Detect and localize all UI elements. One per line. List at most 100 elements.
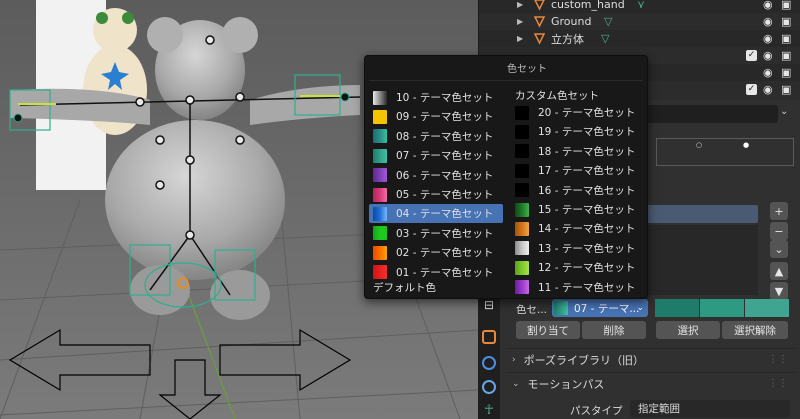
color-set-item[interactable]: 02 - テーマ色セット [369, 243, 503, 262]
color-set-item[interactable]: 13 - テーマ色セット [513, 239, 645, 258]
outliner-row-cube[interactable]: ▶ 立方体 ▽ ◉ ▣ [479, 30, 800, 47]
color-swatch-icon [515, 280, 529, 295]
add-bone-group-button[interactable]: + [770, 202, 788, 220]
color-swatch-icon [515, 105, 529, 120]
color-set-item-label: 08 - テーマ色セット [396, 130, 494, 143]
color-swatch-icon [373, 206, 387, 221]
color-swatch-icon [515, 241, 529, 256]
color-set-item[interactable]: 03 - テーマ色セット [369, 224, 503, 243]
outliner-item-label: Ground [551, 15, 592, 28]
scene-tab-icon[interactable]: ⊟ [482, 298, 496, 312]
bone-group-list-selection[interactable] [646, 205, 758, 223]
constraints-tab-icon[interactable] [482, 380, 496, 394]
color-set-item-label: 05 - テーマ色セット [396, 189, 494, 201]
camera-icon[interactable]: ▣ [781, 49, 793, 62]
physics-tab-icon[interactable] [482, 356, 496, 370]
outliner-row-ground[interactable]: ▶ Ground ▽ ◉ ▣ [479, 13, 800, 30]
color-set-item-label: 03 - テーマ色セット [396, 227, 494, 240]
color-swatch-icon [373, 245, 387, 260]
active-color-swatch[interactable] [745, 299, 789, 317]
outliner-row-custom-hand[interactable]: ▶ custom_hand ⋎ ◉ ▣ [479, 0, 800, 13]
color-swatch-icon [515, 202, 529, 217]
color-set-dropdown[interactable]: 07 - テーマ... ⌄ [552, 299, 648, 317]
normal-color-swatch[interactable] [655, 299, 699, 317]
color-set-item-label: 13 - テーマ色セット [538, 242, 636, 255]
armature-icon [534, 0, 545, 11]
checkbox[interactable]: ✓ [746, 50, 757, 61]
move-down-button[interactable]: ▼ [770, 282, 788, 300]
remove-bone-group-button[interactable]: − [770, 222, 788, 240]
path-type-label: パスタイプ [570, 405, 623, 417]
object-tab-icon[interactable] [482, 330, 496, 344]
eye-icon[interactable]: ◉ [763, 0, 775, 11]
color-set-item[interactable]: 10 - テーマ色セット [369, 88, 503, 107]
deselect-button[interactable]: 選択解除 [722, 321, 788, 339]
expand-arrow-icon[interactable]: ▶ [517, 0, 523, 9]
color-swatch-icon [373, 187, 387, 202]
color-set-item-label: 14 - テーマ色セット [538, 223, 636, 236]
bone-layers-grid[interactable] [656, 138, 794, 166]
color-set-label: 色セ... [516, 304, 548, 316]
eye-icon[interactable]: ◉ [763, 49, 775, 62]
camera-icon[interactable]: ▣ [781, 15, 793, 28]
drag-handle-icon[interactable]: ⋮⋮ [768, 354, 788, 365]
color-swatch-icon [373, 148, 387, 163]
armature-tab-icon[interactable]: ☥ [482, 404, 496, 418]
chevron-down-icon[interactable]: ⌄ [780, 106, 794, 120]
assign-button[interactable]: 割り当て [516, 321, 580, 339]
color-swatch-icon [554, 301, 568, 315]
color-set-item[interactable]: 07 - テーマ色セット [369, 146, 503, 165]
mesh-object-icon [533, 16, 546, 28]
bone-group-list[interactable] [646, 225, 758, 295]
color-set-item[interactable]: 17 - テーマ色セット [513, 161, 645, 180]
eye-icon[interactable]: ◉ [763, 66, 775, 79]
color-set-item[interactable]: 14 - テーマ色セット [513, 219, 645, 238]
color-set-item[interactable]: 11 - テーマ色セット [513, 278, 645, 297]
path-type-dropdown[interactable]: 指定範囲 [630, 400, 790, 418]
expand-arrow-icon: ⌄ [512, 378, 520, 389]
color-swatch-icon [515, 221, 529, 236]
move-up-button[interactable]: ▲ [770, 262, 788, 280]
color-swatch-icon [373, 168, 387, 183]
color-set-item[interactable]: 08 - テーマ色セット [369, 127, 503, 146]
motion-paths-panel-header[interactable]: ⌄ モーションパス ⋮⋮ [506, 372, 796, 394]
color-set-item-label: 06 - テーマ色セット [396, 169, 494, 182]
color-set-item[interactable]: 18 - テーマ色セット [513, 142, 645, 161]
color-set-item-label: 04 - テーマ色セット [396, 208, 494, 221]
eye-icon[interactable]: ◉ [763, 83, 775, 96]
custom-color-set-header: カスタム色セット [515, 90, 599, 102]
color-set-item[interactable]: 15 - テーマ色セット [513, 200, 645, 219]
camera-icon[interactable]: ▣ [781, 32, 793, 45]
bone-group-specials-button[interactable]: ⌄ [770, 240, 788, 258]
eye-icon[interactable]: ◉ [763, 15, 775, 28]
color-set-item[interactable]: 12 - テーマ色セット [513, 258, 645, 277]
select-color-swatch[interactable] [700, 299, 744, 317]
checkbox[interactable]: ✓ [746, 84, 757, 95]
expand-arrow-icon[interactable]: ▶ [517, 34, 523, 43]
color-set-item[interactable]: 09 - テーマ色セット [369, 107, 503, 126]
color-swatch-icon [373, 129, 387, 144]
color-set-item[interactable]: 04 - テーマ色セット [369, 204, 503, 224]
color-set-item[interactable]: 16 - テーマ色セット [513, 181, 645, 200]
pose-library-panel-header[interactable]: › ポーズライブラリ（旧） ⋮⋮ [506, 348, 796, 370]
drag-handle-icon[interactable]: ⋮⋮ [768, 378, 788, 389]
color-set-item[interactable]: 05 - テーマ色セット [369, 185, 503, 204]
color-set-popup-menu: 色セット カスタム色セット デフォルト色 10 - テーマ色セット 09 - テー… [364, 55, 648, 299]
color-swatch-icon [373, 109, 387, 124]
color-set-item[interactable]: 19 - テーマ色セット [513, 122, 645, 141]
eye-icon[interactable]: ◉ [763, 32, 775, 45]
select-button[interactable]: 選択 [656, 321, 720, 339]
expand-arrow-icon[interactable]: ▶ [517, 17, 523, 26]
color-swatch-icon [515, 163, 529, 178]
camera-icon[interactable]: ▣ [781, 0, 793, 11]
mesh-object-icon [533, 33, 546, 45]
color-set-item[interactable]: 20 - テーマ色セット [513, 103, 645, 122]
properties-search-field[interactable] [640, 105, 778, 123]
remove-button[interactable]: 削除 [582, 321, 646, 339]
color-set-item[interactable]: 01 - テーマ色セット [369, 263, 503, 282]
color-set-item[interactable]: 06 - テーマ色セット [369, 166, 503, 185]
camera-icon[interactable]: ▣ [781, 83, 793, 96]
color-swatch-icon [515, 260, 529, 275]
popup-title: 色セット [507, 64, 547, 75]
camera-icon[interactable]: ▣ [781, 66, 793, 79]
